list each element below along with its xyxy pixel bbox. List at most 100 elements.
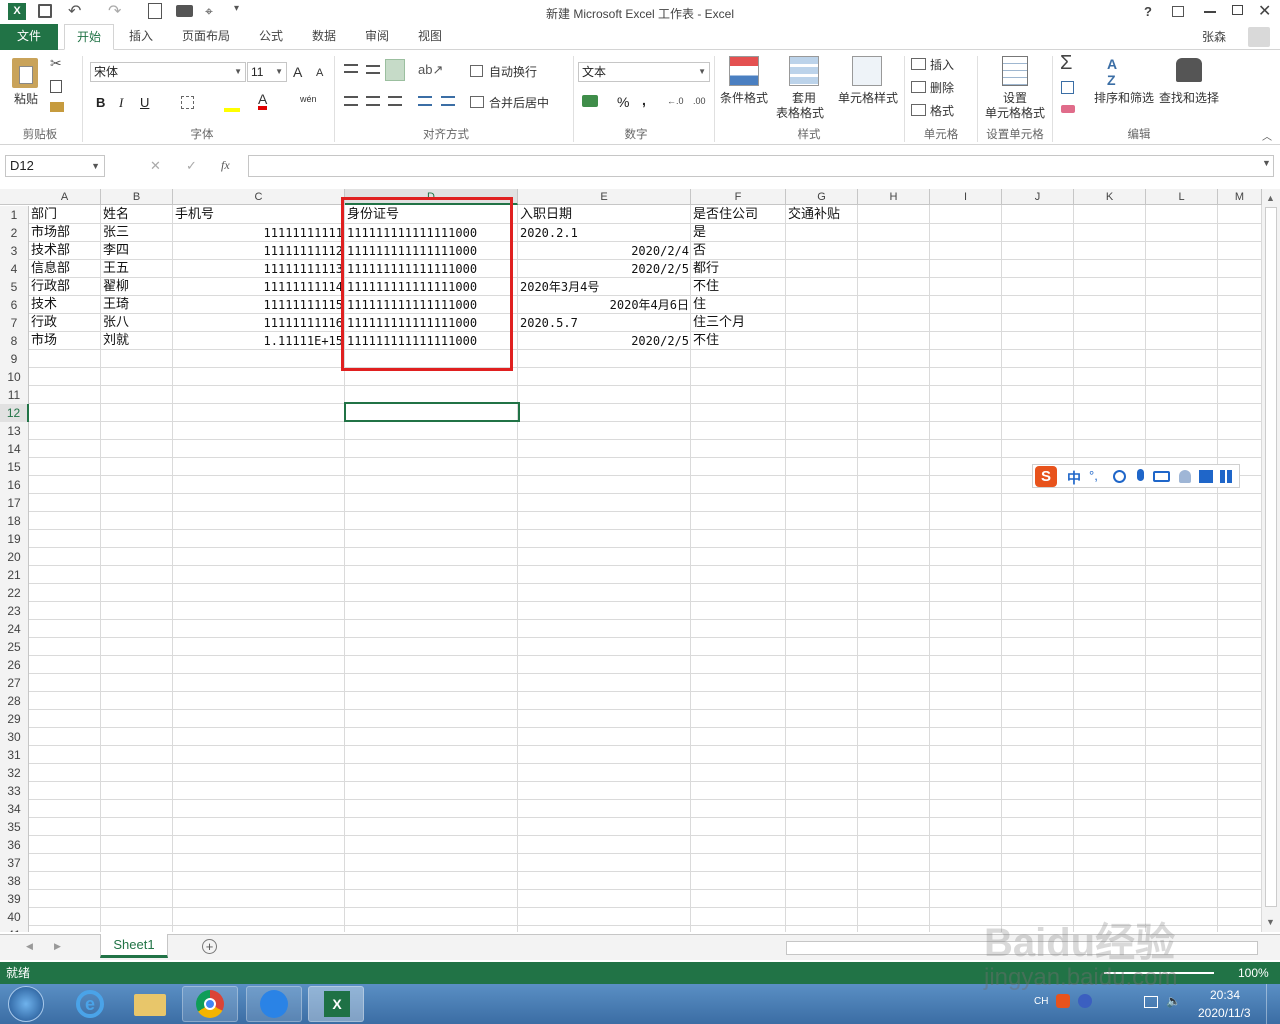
table-cell[interactable]: 行政 [29,314,101,332]
tray-language[interactable]: CH [1034,996,1048,1007]
row-header[interactable]: 22 [0,584,29,602]
format-cells-icon[interactable] [911,104,926,116]
table-cell[interactable]: 市场 [29,332,101,350]
keyboard-icon[interactable] [1153,471,1170,482]
sort-filter-button[interactable]: 排序和筛选 [1093,91,1155,105]
row-header[interactable]: 21 [0,566,29,584]
table-cell[interactable]: 技术 [29,296,101,314]
tab-data[interactable]: 数据 [300,24,348,50]
table-cell[interactable]: 王五 [101,260,173,278]
row-header[interactable]: 34 [0,800,29,818]
sheet-prev-icon[interactable]: ◀ [26,941,33,952]
column-header[interactable]: F [691,189,786,205]
row-header[interactable]: 17 [0,494,29,512]
table-cell[interactable]: 2020年3月4号 [518,278,691,296]
zoom-level[interactable]: 100% [1238,962,1269,984]
row-header[interactable]: 32 [0,764,29,782]
scroll-down-icon[interactable]: ▼ [1266,917,1275,927]
row-header[interactable]: 30 [0,728,29,746]
sort-filter-icon[interactable]: AZ [1107,56,1117,88]
row-header[interactable]: 39 [0,890,29,908]
delete-cells-button[interactable]: 删除 [930,81,954,95]
explorer-icon[interactable] [122,986,178,1022]
row-header[interactable]: 26 [0,656,29,674]
phonetic-icon[interactable]: wén [300,94,317,104]
table-cell[interactable]: 手机号 [173,206,345,224]
row-header[interactable]: 24 [0,620,29,638]
insert-cells-icon[interactable] [911,58,926,70]
tray-volume-icon[interactable]: 🔈 [1166,994,1181,1008]
row-header[interactable]: 41 [0,926,29,932]
table-cell[interactable]: 入职日期 [518,206,691,224]
row-header[interactable]: 7 [0,314,29,332]
column-header[interactable]: B [101,189,173,205]
row-header[interactable]: 40 [0,908,29,926]
table-cell[interactable]: 否 [691,242,786,260]
chrome-icon[interactable] [182,986,238,1022]
emoji-icon[interactable] [1113,470,1126,483]
table-cell[interactable]: 交通补贴 [786,206,858,224]
table-cell[interactable]: 11111111112 [173,242,345,260]
table-cell[interactable]: 信息部 [29,260,101,278]
table-cell[interactable]: 张八 [101,314,173,332]
row-header[interactable]: 4 [0,260,29,278]
tab-review[interactable]: 审阅 [353,24,401,50]
sogou-icon[interactable]: S [1035,466,1057,487]
table-cell[interactable]: 行政部 [29,278,101,296]
table-cell[interactable]: 2020/2/5 [518,260,691,278]
set-format-line2[interactable]: 单元格格式 [983,106,1047,120]
column-header[interactable]: G [786,189,858,205]
cut-icon[interactable]: ✂ [50,55,62,72]
row-header[interactable]: 8 [0,332,29,350]
row-header[interactable]: 10 [0,368,29,386]
wrap-text-icon[interactable] [470,65,483,77]
number-format-combo[interactable]: 文本 ▼ [578,62,710,82]
ie-icon[interactable]: e [62,986,118,1022]
sheet-tab-sheet1[interactable]: Sheet1 [100,934,168,958]
worksheet-grid[interactable]: A B C D E F G H I J K L M 1 2 3 4 5 6 7 8 9 10 11 12 13 14 15 16 17 18… [0,189,1262,932]
find-select-icon[interactable] [1176,58,1202,82]
minimize-icon[interactable] [1204,11,1216,13]
cancel-icon[interactable]: ✕ [150,158,161,174]
column-header[interactable]: M [1218,189,1262,205]
increase-indent-icon[interactable] [441,96,455,106]
row-header[interactable]: 12 [0,404,29,422]
table-cell[interactable]: 姓名 [101,206,173,224]
table-cell[interactable]: 市场部 [29,224,101,242]
column-header[interactable]: J [1002,189,1074,205]
format-painter-icon[interactable] [50,102,64,112]
table-cell[interactable]: 1.11111E+15 [173,332,345,350]
ime-toolbar[interactable]: S 中 °, [1032,464,1240,488]
skin-icon[interactable] [1199,470,1213,483]
align-right-icon[interactable] [388,96,402,106]
shrink-font-button[interactable]: A [316,67,323,79]
tray-sogou-icon[interactable] [1056,994,1070,1008]
table-cell[interactable]: 11111111111 [173,224,345,242]
align-left-icon[interactable] [344,96,358,106]
tab-insert[interactable]: 插入 [117,24,165,50]
formula-input[interactable] [248,155,1274,177]
ribbon-display-icon[interactable] [1172,6,1184,17]
table-cell[interactable]: 11111111116 [173,314,345,332]
fill-icon[interactable] [1061,81,1074,94]
column-header[interactable]: I [930,189,1002,205]
table-cell[interactable]: 都行 [691,260,786,278]
active-cell[interactable] [344,402,520,422]
column-header[interactable]: A [29,189,101,205]
row-header[interactable]: 19 [0,530,29,548]
sheet-next-icon[interactable]: ▶ [54,941,61,952]
align-bottom-icon[interactable] [385,59,405,81]
clear-icon[interactable] [1061,105,1075,113]
tray-network-icon[interactable] [1144,996,1158,1008]
row-header[interactable]: 36 [0,836,29,854]
table-cell[interactable]: 不住 [691,278,786,296]
row-header[interactable]: 23 [0,602,29,620]
merge-center-icon[interactable] [470,96,484,108]
cell-styles-button[interactable]: 单元格样式 [836,91,900,105]
table-cell[interactable]: 部门 [29,206,101,224]
table-cell[interactable]: 住 [691,296,786,314]
grow-font-button[interactable]: A [293,64,302,80]
italic-button[interactable]: I [119,95,123,111]
row-header[interactable]: 31 [0,746,29,764]
find-select-button[interactable]: 查找和选择 [1158,91,1220,105]
